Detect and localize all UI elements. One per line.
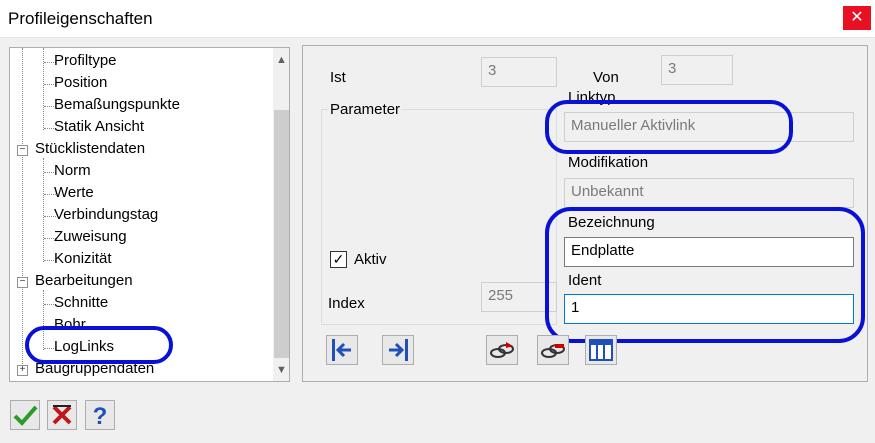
bezeichnung-input[interactable]: Endplatte xyxy=(564,237,854,267)
tree-connector xyxy=(43,48,44,130)
tree-connector xyxy=(43,158,44,262)
collapse-icon[interactable]: − xyxy=(17,277,28,288)
tree-item-schnitte[interactable]: Schnitte xyxy=(54,294,108,311)
add-link-button[interactable] xyxy=(486,335,518,365)
remove-link-button[interactable] xyxy=(537,335,569,365)
next-link-button[interactable] xyxy=(382,335,414,365)
tree-item-bearbeitungen[interactable]: Bearbeitungen xyxy=(35,272,133,289)
tree-connector xyxy=(43,290,44,350)
tree-item-position[interactable]: Position xyxy=(54,74,107,91)
tree-item-konizitaet[interactable]: Konizität xyxy=(54,250,112,267)
help-icon: ? xyxy=(93,403,108,430)
arrow-left-icon xyxy=(332,339,351,361)
ident-label: Ident xyxy=(568,272,602,289)
modifikation-field: Unbekannt xyxy=(564,178,854,208)
cancel-button[interactable] xyxy=(47,400,77,430)
index-field: 255 xyxy=(481,282,557,312)
von-field: 3 xyxy=(661,55,733,85)
checkmark-icon xyxy=(13,405,38,426)
scroll-thumb[interactable] xyxy=(274,110,289,358)
ist-label: Ist xyxy=(330,69,346,86)
scroll-up-icon[interactable]: ▲ xyxy=(273,52,289,69)
tree-item-verbindungstag[interactable]: Verbindungstag xyxy=(54,206,158,223)
bezeichnung-label: Bezeichnung xyxy=(568,214,655,231)
help-button[interactable]: ? xyxy=(85,400,115,430)
window-title: Profileigenschaften xyxy=(8,9,153,28)
close-button[interactable]: ✕ xyxy=(843,6,871,30)
tree-item-baugruppendaten[interactable]: Baugruppendaten xyxy=(35,360,154,377)
table-icon xyxy=(589,339,613,361)
link-remove-icon xyxy=(541,344,565,358)
aktiv-label: Aktiv xyxy=(354,251,387,268)
link-list-button[interactable] xyxy=(585,335,617,365)
tree-item-bohr[interactable]: Bohr. xyxy=(54,316,89,333)
link-add-icon xyxy=(490,342,514,358)
expand-icon[interactable]: + xyxy=(17,365,28,376)
scroll-down-icon[interactable]: ▼ xyxy=(273,362,289,379)
ident-input[interactable]: 1 xyxy=(564,294,854,324)
parameter-label: Parameter xyxy=(329,101,402,118)
aktiv-checkbox[interactable]: ✓ xyxy=(330,251,347,268)
linktyp-field: Manueller Aktivlink xyxy=(564,112,854,142)
cancel-x-icon xyxy=(52,405,72,425)
tree-item-zuweisung[interactable]: Zuweisung xyxy=(54,228,127,245)
tree-item-bemassungspunkte[interactable]: Bemaßungspunkte xyxy=(54,96,180,113)
ist-field: 3 xyxy=(481,57,557,87)
arrow-right-icon xyxy=(389,339,408,361)
tree-item-statik-ansicht[interactable]: Statik Ansicht xyxy=(54,118,144,135)
tree-item-werte[interactable]: Werte xyxy=(54,184,94,201)
tree-item-norm[interactable]: Norm xyxy=(54,162,91,179)
tree-item-stuecklistendaten[interactable]: Stücklistendaten xyxy=(35,140,145,157)
linktyp-label: Linktyp xyxy=(568,89,616,106)
von-label: Von xyxy=(593,69,619,86)
profile-tree[interactable]: Profiltype Position Bemaßungspunkte Stat… xyxy=(9,47,290,382)
previous-link-button[interactable] xyxy=(326,335,358,365)
tree-connector xyxy=(22,48,23,368)
ok-button[interactable] xyxy=(10,400,40,430)
collapse-icon[interactable]: − xyxy=(17,145,28,156)
index-label: Index xyxy=(328,295,365,312)
title-bar: Profileigenschaften ✕ xyxy=(0,0,875,38)
modifikation-label: Modifikation xyxy=(568,154,649,171)
tree-item-profiltype[interactable]: Profiltype xyxy=(54,52,117,69)
tree-scrollbar[interactable]: ▲ ▼ xyxy=(273,48,289,381)
tree-item-loglinks[interactable]: LogLinks xyxy=(54,338,114,355)
close-icon: ✕ xyxy=(850,9,864,26)
svg-text:?: ? xyxy=(93,403,108,429)
